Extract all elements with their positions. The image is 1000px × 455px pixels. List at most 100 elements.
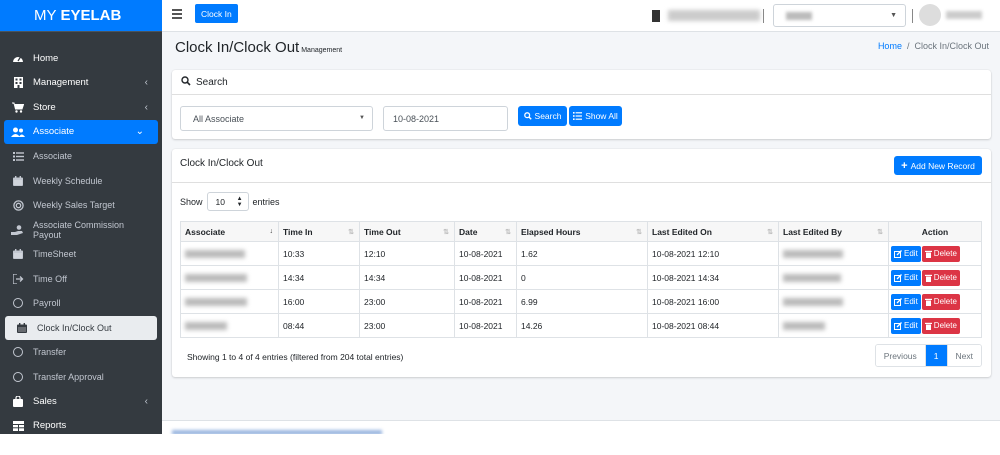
edit-button[interactable]: Edit (891, 317, 921, 334)
search-card: Search All Associate ▼ 10-08-2021 Search… (172, 70, 991, 139)
search-button[interactable]: Search (518, 106, 567, 126)
sidebar-item-sales[interactable]: Sales ‹ (0, 389, 162, 414)
footer (162, 420, 1000, 435)
cell-action: Edit Delete (888, 289, 982, 314)
sidebar-item-label: Time Off (33, 273, 68, 284)
dashboard-icon (11, 52, 25, 64)
list-icon (573, 112, 583, 120)
sort-icon: ⇅ (636, 229, 642, 236)
sort-icon: ⇅ (443, 229, 449, 236)
sidebar-item-timesheet[interactable]: TimeSheet (0, 242, 162, 267)
delete-button[interactable]: Delete (921, 317, 960, 334)
cell-elapsed-hours: 6.99 (516, 289, 648, 314)
sidebar-item-transfer-approval[interactable]: Transfer Approval (0, 365, 162, 390)
cell-date: 10-08-2021 (454, 289, 517, 314)
table-row: 10:33 12:10 10-08-2021 1.62 10-08-2021 12:10… (180, 241, 982, 266)
cell-last-edited-by (778, 265, 889, 290)
table-row: 16:00 23:00 10-08-2021 6.99 10-08-2021 16:00… (180, 289, 982, 314)
sidebar-nav: Home Management ‹ Store ‹ Associate ⌄ Associate… (0, 32, 162, 434)
col-last-edited-by[interactable]: Last Edited By ⇅ (778, 221, 889, 242)
cell-time-out: 23:00 (359, 289, 455, 314)
cell-elapsed-hours: 0 (516, 265, 648, 290)
brand-prefix: MY (34, 7, 57, 24)
sidebar-item-label: Clock In/Clock Out (37, 322, 112, 333)
chevron-left-icon: ‹ (144, 77, 148, 89)
edit-icon (894, 249, 902, 258)
edit-button[interactable]: Edit (891, 245, 921, 262)
date-input[interactable]: 10-08-2021 (383, 106, 508, 131)
avatar[interactable] (919, 4, 941, 26)
logout-icon (11, 273, 25, 285)
sidebar: MY EYELAB Home Management ‹ Store ‹ Associate… (0, 0, 162, 434)
cell-elapsed-hours: 1.62 (516, 241, 648, 266)
col-date[interactable]: Date ⇅ (454, 221, 517, 242)
table-info: Showing 1 to 4 of 4 entries (filtered fr… (187, 352, 404, 362)
pagination-page-1[interactable]: 1 (925, 345, 947, 366)
sidebar-item-time-off[interactable]: Time Off (0, 267, 162, 292)
sidebar-item-home[interactable]: Home (0, 46, 162, 71)
delete-button[interactable]: Delete (921, 293, 960, 310)
col-time-in[interactable]: Time In ⇅ (278, 221, 360, 242)
sidebar-item-reports[interactable]: Reports (0, 414, 162, 435)
sidebar-item-clock-in-clock-out[interactable]: Clock In/Clock Out (5, 315, 157, 340)
caret-updown-icon: ▲ ▼ (236, 196, 243, 208)
edit-button[interactable]: Edit (891, 293, 921, 310)
trash-icon (924, 298, 932, 306)
delete-button[interactable]: Delete (921, 245, 960, 262)
sidebar-item-store[interactable]: Store ‹ (0, 95, 162, 120)
menu-toggle-icon[interactable] (172, 9, 182, 19)
trash-icon (924, 274, 932, 282)
col-elapsed-hours[interactable]: Elapsed Hours ⇅ (516, 221, 648, 242)
pagination-next[interactable]: Next (946, 345, 981, 366)
hand-coin-icon (11, 224, 25, 236)
col-last-edited-on[interactable]: Last Edited On ⇅ (647, 221, 779, 242)
sidebar-item-label: Management (33, 77, 89, 89)
cell-action: Edit Delete (888, 241, 982, 266)
sidebar-item-label: Weekly Sales Target (33, 200, 115, 211)
sidebar-item-transfer[interactable]: Transfer (0, 340, 162, 365)
show-entries: Show 10 ▲ ▼ entries (180, 192, 280, 211)
cell-last-edited-on: 10-08-2021 14:34 (647, 265, 779, 290)
delete-button[interactable]: Delete (921, 269, 960, 286)
cell-last-edited-on: 10-08-2021 16:00 (647, 289, 779, 314)
col-time-out[interactable]: Time Out ⇅ (359, 221, 455, 242)
clock-in-button[interactable]: Clock In (195, 4, 238, 23)
sidebar-item-management[interactable]: Management ‹ (0, 71, 162, 96)
sidebar-item-associate-commission-payout[interactable]: Associate Commission Payout (0, 218, 162, 243)
show-all-button[interactable]: Show All (569, 106, 622, 126)
table-row: 08:44 23:00 10-08-2021 14.26 10-08-2021 08:4… (180, 313, 982, 338)
cell-time-in: 08:44 (278, 313, 360, 338)
breadcrumb-home[interactable]: Home (878, 41, 902, 51)
brand-logo[interactable]: MY EYELAB (0, 0, 162, 32)
add-new-record-button[interactable]: + Add New Record (894, 156, 982, 175)
sidebar-item-weekly-schedule[interactable]: Weekly Schedule (0, 169, 162, 194)
sidebar-item-label: Weekly Schedule (33, 175, 103, 186)
search-card-header: Search (172, 70, 991, 95)
top-navbar: Clock In ▼ (162, 0, 1000, 32)
table-header-row: Associate ↓ Time In ⇅ Time Out ⇅ Date ⇅ Elap… (180, 221, 982, 242)
cell-date: 10-08-2021 (454, 313, 517, 338)
sidebar-item-associate[interactable]: Associate ⌄ (4, 119, 158, 144)
edit-button[interactable]: Edit (891, 269, 921, 286)
sidebar-item-associate[interactable]: Associate (0, 144, 162, 169)
sidebar-item-label: Home (33, 52, 59, 64)
sidebar-item-weekly-sales-target[interactable]: Weekly Sales Target (0, 193, 162, 218)
user-name[interactable] (946, 11, 982, 19)
divider (763, 9, 764, 23)
cell-associate (180, 265, 279, 290)
location-select[interactable]: ▼ (773, 4, 906, 27)
brand-name: EYELAB (60, 7, 122, 24)
cell-date: 10-08-2021 (454, 241, 517, 266)
col-associate[interactable]: Associate ↓ (180, 221, 279, 242)
sidebar-item-payroll[interactable]: Payroll (0, 291, 162, 316)
col-action: Action (888, 221, 982, 242)
calendar-icon (11, 175, 25, 187)
pagination-previous[interactable]: Previous (875, 345, 926, 366)
associate-select[interactable]: All Associate ▼ (180, 106, 373, 131)
trash-icon (924, 250, 932, 258)
store-icon (652, 10, 660, 22)
cart-icon (11, 101, 25, 113)
cell-time-in: 10:33 (278, 241, 360, 266)
entries-select[interactable]: 10 ▲ ▼ (206, 192, 249, 211)
breadcrumb: Home / Clock In/Clock Out (877, 41, 989, 51)
